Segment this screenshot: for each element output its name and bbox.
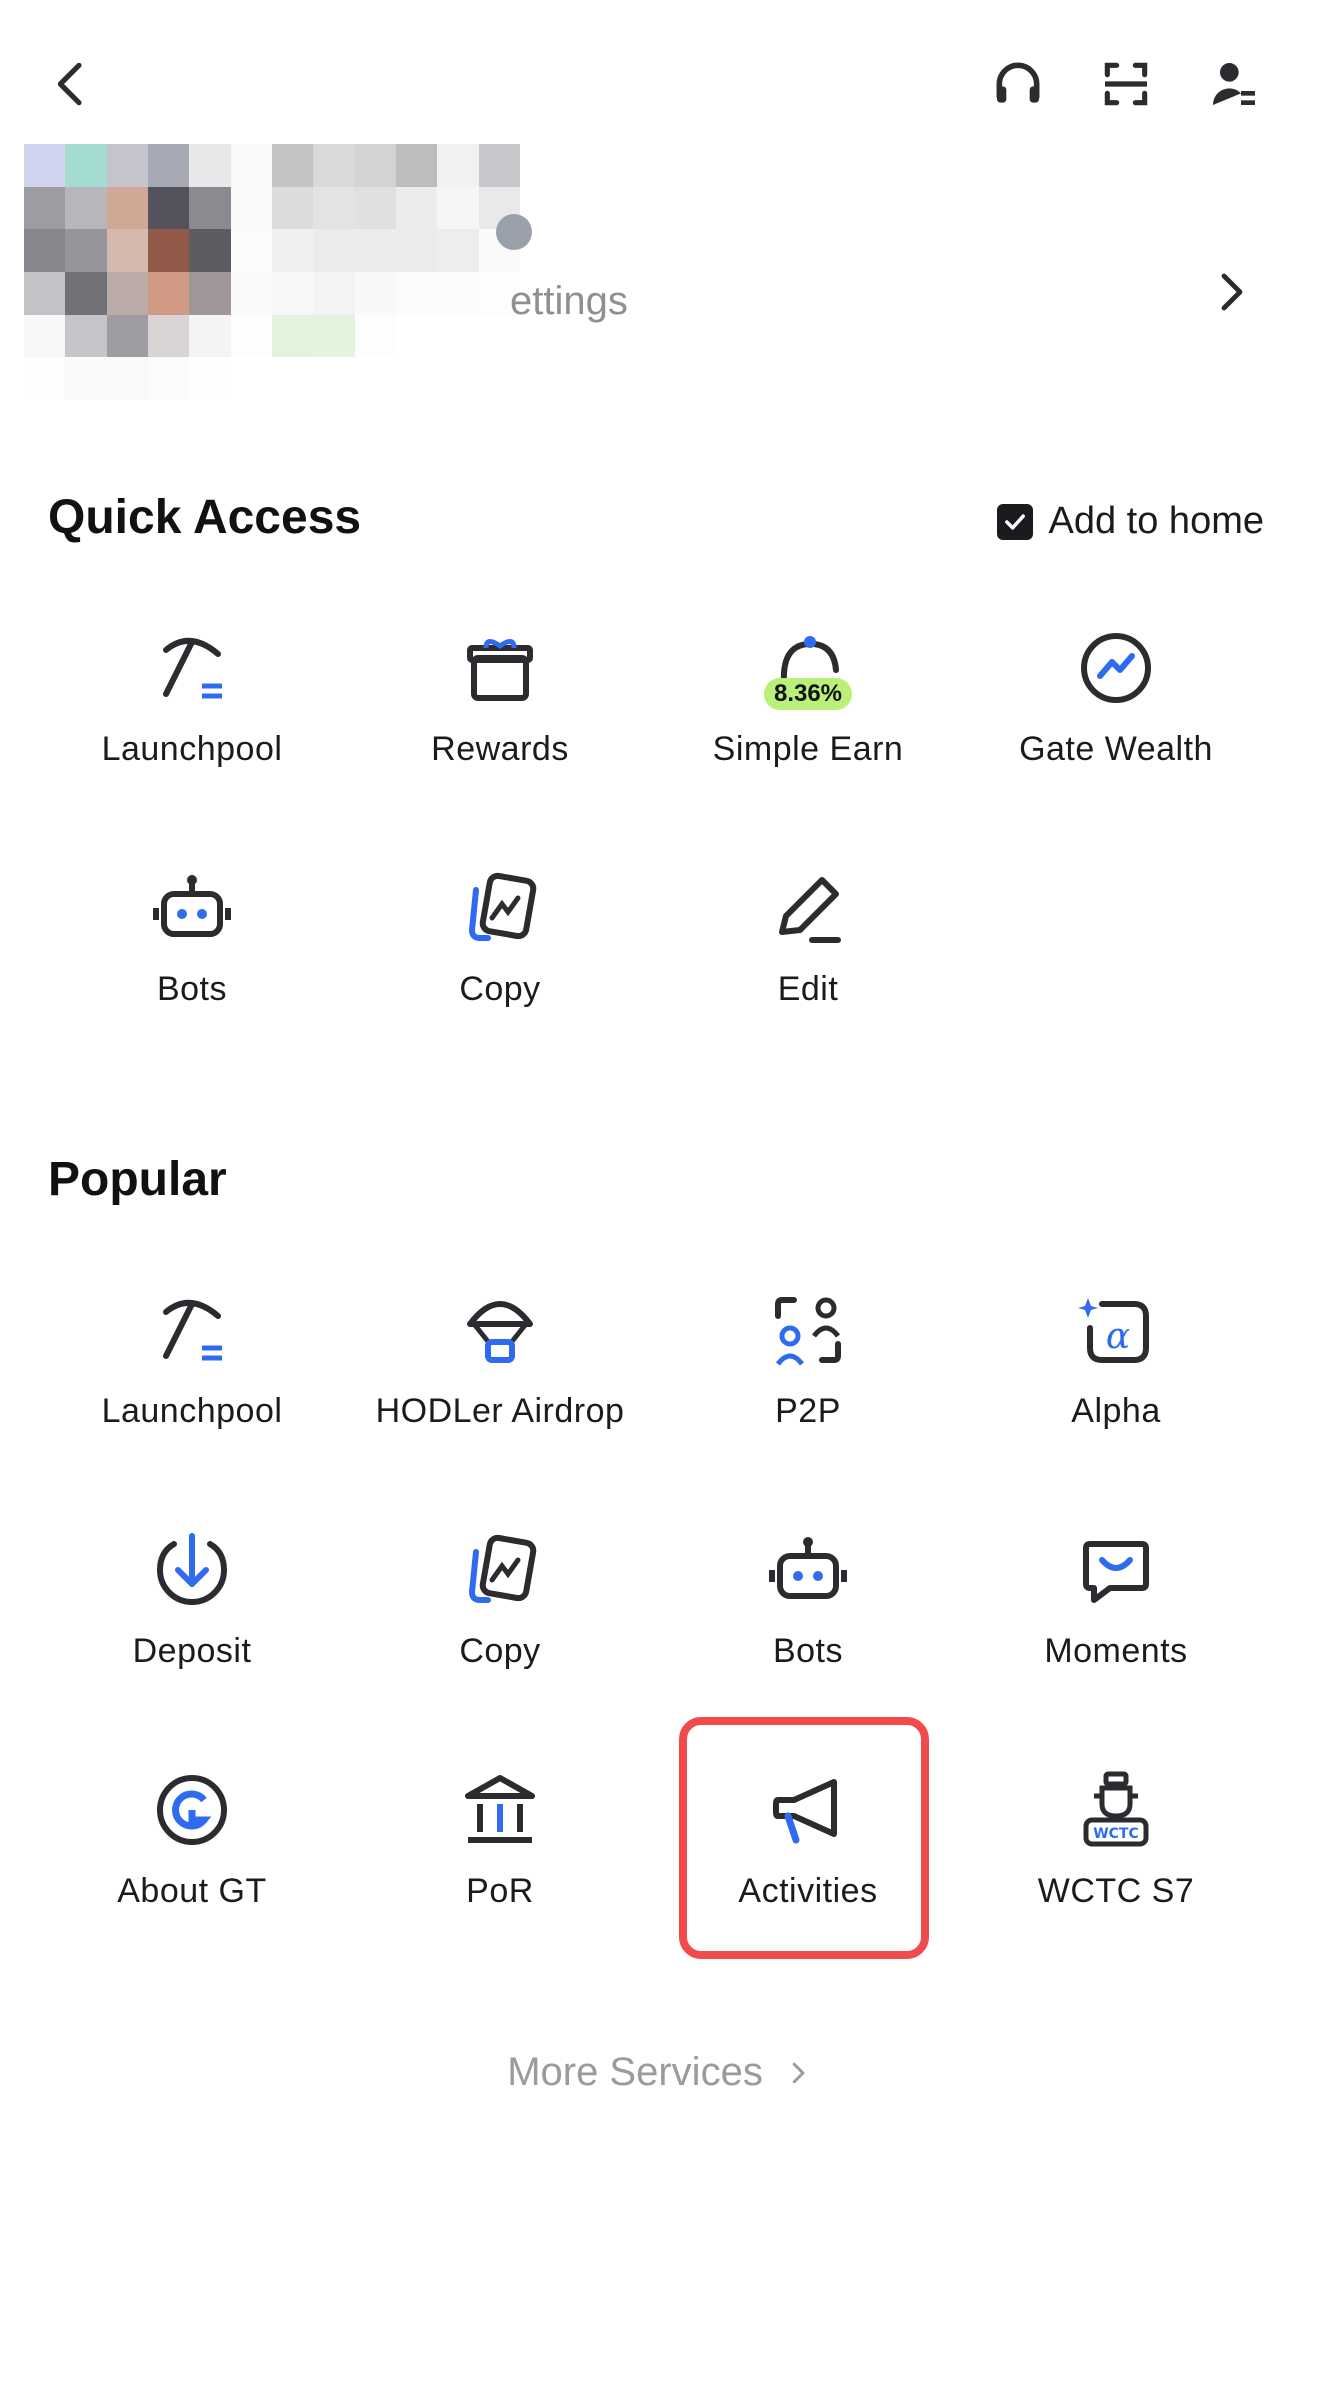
avatar (24, 144, 520, 400)
deposit-arrow-icon (150, 1528, 234, 1612)
popular-deposit-label: Deposit (132, 1632, 252, 1670)
scan-button[interactable] (1094, 52, 1158, 116)
user-settings-icon (1212, 63, 1255, 105)
popular-about-gt-label: About GT (117, 1872, 267, 1910)
profile-chevron (1198, 260, 1262, 324)
quick-gate-wealth-label: Gate Wealth (1019, 730, 1213, 768)
wctc-icon-text: WCTC (1093, 1826, 1139, 1842)
popular-hodler-airdrop[interactable]: HODLer Airdrop (346, 1272, 654, 1472)
profile-card[interactable]: ettings (24, 144, 1284, 404)
quick-copy-label: Copy (459, 970, 541, 1008)
apy-badge: 8.36% (763, 678, 853, 710)
quick-copy[interactable]: Copy (346, 850, 654, 1050)
support-button[interactable] (986, 52, 1050, 116)
quick-simple-earn[interactable]: 8.36% Simple Earn (654, 610, 962, 810)
quick-access-title: Quick Access (48, 491, 362, 544)
popular-about-gt[interactable]: About GT (38, 1752, 346, 1952)
add-to-home-toggle[interactable]: Add to home (996, 500, 1264, 543)
pickaxe-icon (150, 1288, 234, 1372)
bank-building-icon (458, 1768, 542, 1852)
quick-edit[interactable]: Edit (654, 850, 962, 1050)
popular-hodler-airdrop-label: HODLer Airdrop (375, 1392, 625, 1430)
gift-icon (458, 626, 542, 710)
chevron-right-icon (1221, 273, 1243, 311)
quick-edit-label: Edit (777, 970, 839, 1008)
popular-bots-label: Bots (772, 1632, 844, 1670)
scan-icon (1104, 62, 1148, 106)
chevron-left-icon (57, 62, 82, 106)
gt-logo-icon (150, 1768, 234, 1852)
pickaxe-icon (150, 626, 234, 710)
copy-trade-icon (458, 1528, 542, 1612)
p2p-users-icon (766, 1288, 850, 1372)
popular-alpha[interactable]: α Alpha (962, 1272, 1270, 1472)
account-button[interactable] (1202, 52, 1266, 116)
add-to-home-label: Add to home (1048, 500, 1264, 542)
popular-deposit[interactable]: Deposit (38, 1512, 346, 1712)
parachute-icon (458, 1288, 542, 1372)
quick-launchpool-label: Launchpool (101, 730, 283, 768)
verification-badge (496, 214, 532, 250)
quick-launchpool[interactable]: Launchpool (38, 610, 346, 810)
svg-text:α: α (1106, 1316, 1130, 1357)
more-services-label: More Services (507, 2050, 763, 2094)
chevron-right-icon (792, 2062, 805, 2083)
popular-wctc-s7-label: WCTC S7 (1037, 1872, 1195, 1910)
popular-alpha-label: Alpha (1071, 1392, 1161, 1430)
popular-wctc-s7[interactable]: WCTC WCTC S7 (962, 1752, 1270, 1952)
copy-trade-icon (458, 866, 542, 950)
robot-icon (150, 866, 234, 950)
popular-bots[interactable]: Bots (654, 1512, 962, 1712)
more-services-link[interactable]: More Services (0, 2050, 1320, 2095)
popular-por[interactable]: PoR (346, 1752, 654, 1952)
popular-moments-label: Moments (1044, 1632, 1188, 1670)
quick-bots[interactable]: Bots (38, 850, 346, 1050)
popular-activities-label: Activities (738, 1872, 878, 1910)
trophy-icon: WCTC (1074, 1768, 1158, 1852)
popular-copy[interactable]: Copy (346, 1512, 654, 1712)
chat-smile-icon (1074, 1528, 1158, 1612)
popular-p2p-label: P2P (775, 1392, 841, 1430)
popular-title: Popular (48, 1153, 227, 1206)
alpha-icon: α (1074, 1288, 1158, 1372)
piggy-bank-icon: 8.36% (763, 626, 853, 710)
quick-rewards-label: Rewards (431, 730, 569, 768)
popular-activities[interactable]: Activities (654, 1752, 962, 1952)
megaphone-icon (766, 1768, 850, 1852)
popular-launchpool[interactable]: Launchpool (38, 1272, 346, 1472)
popular-por-label: PoR (466, 1872, 534, 1910)
quick-rewards[interactable]: Rewards (346, 610, 654, 810)
back-button[interactable] (40, 52, 104, 116)
pencil-icon (766, 866, 850, 950)
popular-copy-label: Copy (459, 1632, 541, 1670)
wealth-chart-icon (1074, 626, 1158, 710)
popular-launchpool-label: Launchpool (101, 1392, 283, 1430)
profile-subtitle: ettings (510, 279, 628, 323)
checkbox-checked-icon (996, 503, 1033, 540)
quick-gate-wealth[interactable]: Gate Wealth (962, 610, 1270, 810)
quick-simple-earn-label: Simple Earn (712, 730, 904, 768)
headset-icon (996, 62, 1040, 103)
popular-moments[interactable]: Moments (962, 1512, 1270, 1712)
popular-p2p[interactable]: P2P (654, 1272, 962, 1472)
robot-icon (766, 1528, 850, 1612)
quick-bots-label: Bots (156, 970, 228, 1008)
